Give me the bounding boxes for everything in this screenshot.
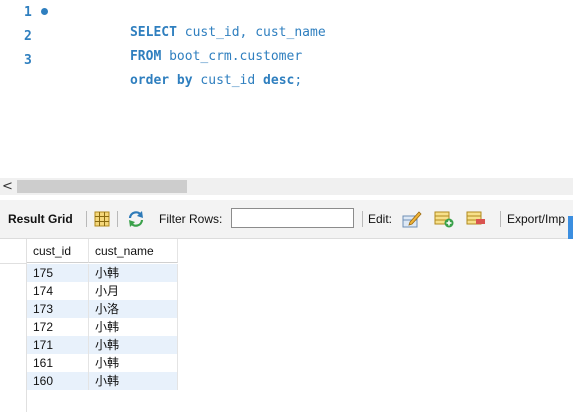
table-cell-id[interactable]: 175	[27, 264, 89, 282]
edit-pencil-icon[interactable]	[402, 210, 422, 228]
sql-text: cust_id	[192, 73, 264, 88]
edit-label: Edit:	[368, 212, 393, 226]
code-line-1: 1 SELECT cust_id, cust_name	[0, 3, 573, 40]
export-import-button[interactable]: Export/Imp	[507, 200, 565, 238]
scrollbar-thumb[interactable]	[17, 180, 187, 193]
table-cell-name[interactable]: 小月	[89, 282, 178, 300]
table-cell-id[interactable]: 161	[27, 354, 89, 372]
sql-keyword: order by	[129, 73, 193, 88]
table-cell-name[interactable]: 小韩	[89, 354, 178, 372]
toolbar-divider	[86, 211, 87, 227]
toolbar-divider	[362, 211, 363, 227]
filter-rows-input[interactable]	[231, 208, 354, 228]
table-cell-id[interactable]: 172	[27, 318, 89, 336]
table-cell-id[interactable]: 160	[27, 372, 89, 390]
toolbar-divider	[500, 211, 501, 227]
line-number: 3	[24, 53, 32, 68]
scroll-left-icon[interactable]: <	[2, 178, 14, 195]
toolbar-divider	[117, 211, 118, 227]
add-row-icon[interactable]	[434, 210, 454, 228]
gutter-divider	[0, 263, 26, 264]
code-line-3: 3 order by cust_id desc;	[0, 51, 573, 88]
table-cell-name[interactable]: 小洛	[89, 300, 178, 318]
row-header-gutter	[0, 239, 27, 412]
column-header-cust-id[interactable]: cust_id	[27, 239, 89, 263]
table-cell-name[interactable]: 小韩	[89, 318, 178, 336]
table-cell-id[interactable]: 174	[27, 282, 89, 300]
result-grid-tab[interactable]: Result Grid	[8, 200, 73, 238]
statement-marker-icon	[41, 8, 48, 15]
filter-rows-label: Filter Rows:	[159, 212, 223, 226]
refresh-icon[interactable]	[127, 210, 145, 228]
line-number: 2	[24, 29, 32, 44]
sql-keyword: desc	[263, 73, 295, 88]
table-cell-id[interactable]: 173	[27, 300, 89, 318]
table-cell-name[interactable]: 小韩	[89, 336, 178, 354]
table-cell-id[interactable]: 171	[27, 336, 89, 354]
sql-text: ;	[294, 73, 303, 88]
grid-form-icon[interactable]	[94, 211, 110, 227]
code-line-2: 2 FROM boot_crm.customer	[0, 27, 573, 64]
table-cell-name[interactable]: 小韩	[89, 264, 178, 282]
delete-row-icon[interactable]	[466, 210, 486, 228]
column-header-cust-name[interactable]: cust_name	[89, 239, 178, 263]
result-toolbar: Result Grid Filter Rows: Edit: Export/Im…	[0, 200, 573, 239]
result-grid[interactable]: cust_id cust_name 175 小韩 174 小月 173 小洛 1…	[0, 239, 573, 412]
sql-editor[interactable]: 1 SELECT cust_id, cust_name 2 FROM boot_…	[0, 0, 573, 170]
table-cell-name[interactable]: 小韩	[89, 372, 178, 390]
horizontal-scrollbar[interactable]: <	[0, 178, 573, 195]
